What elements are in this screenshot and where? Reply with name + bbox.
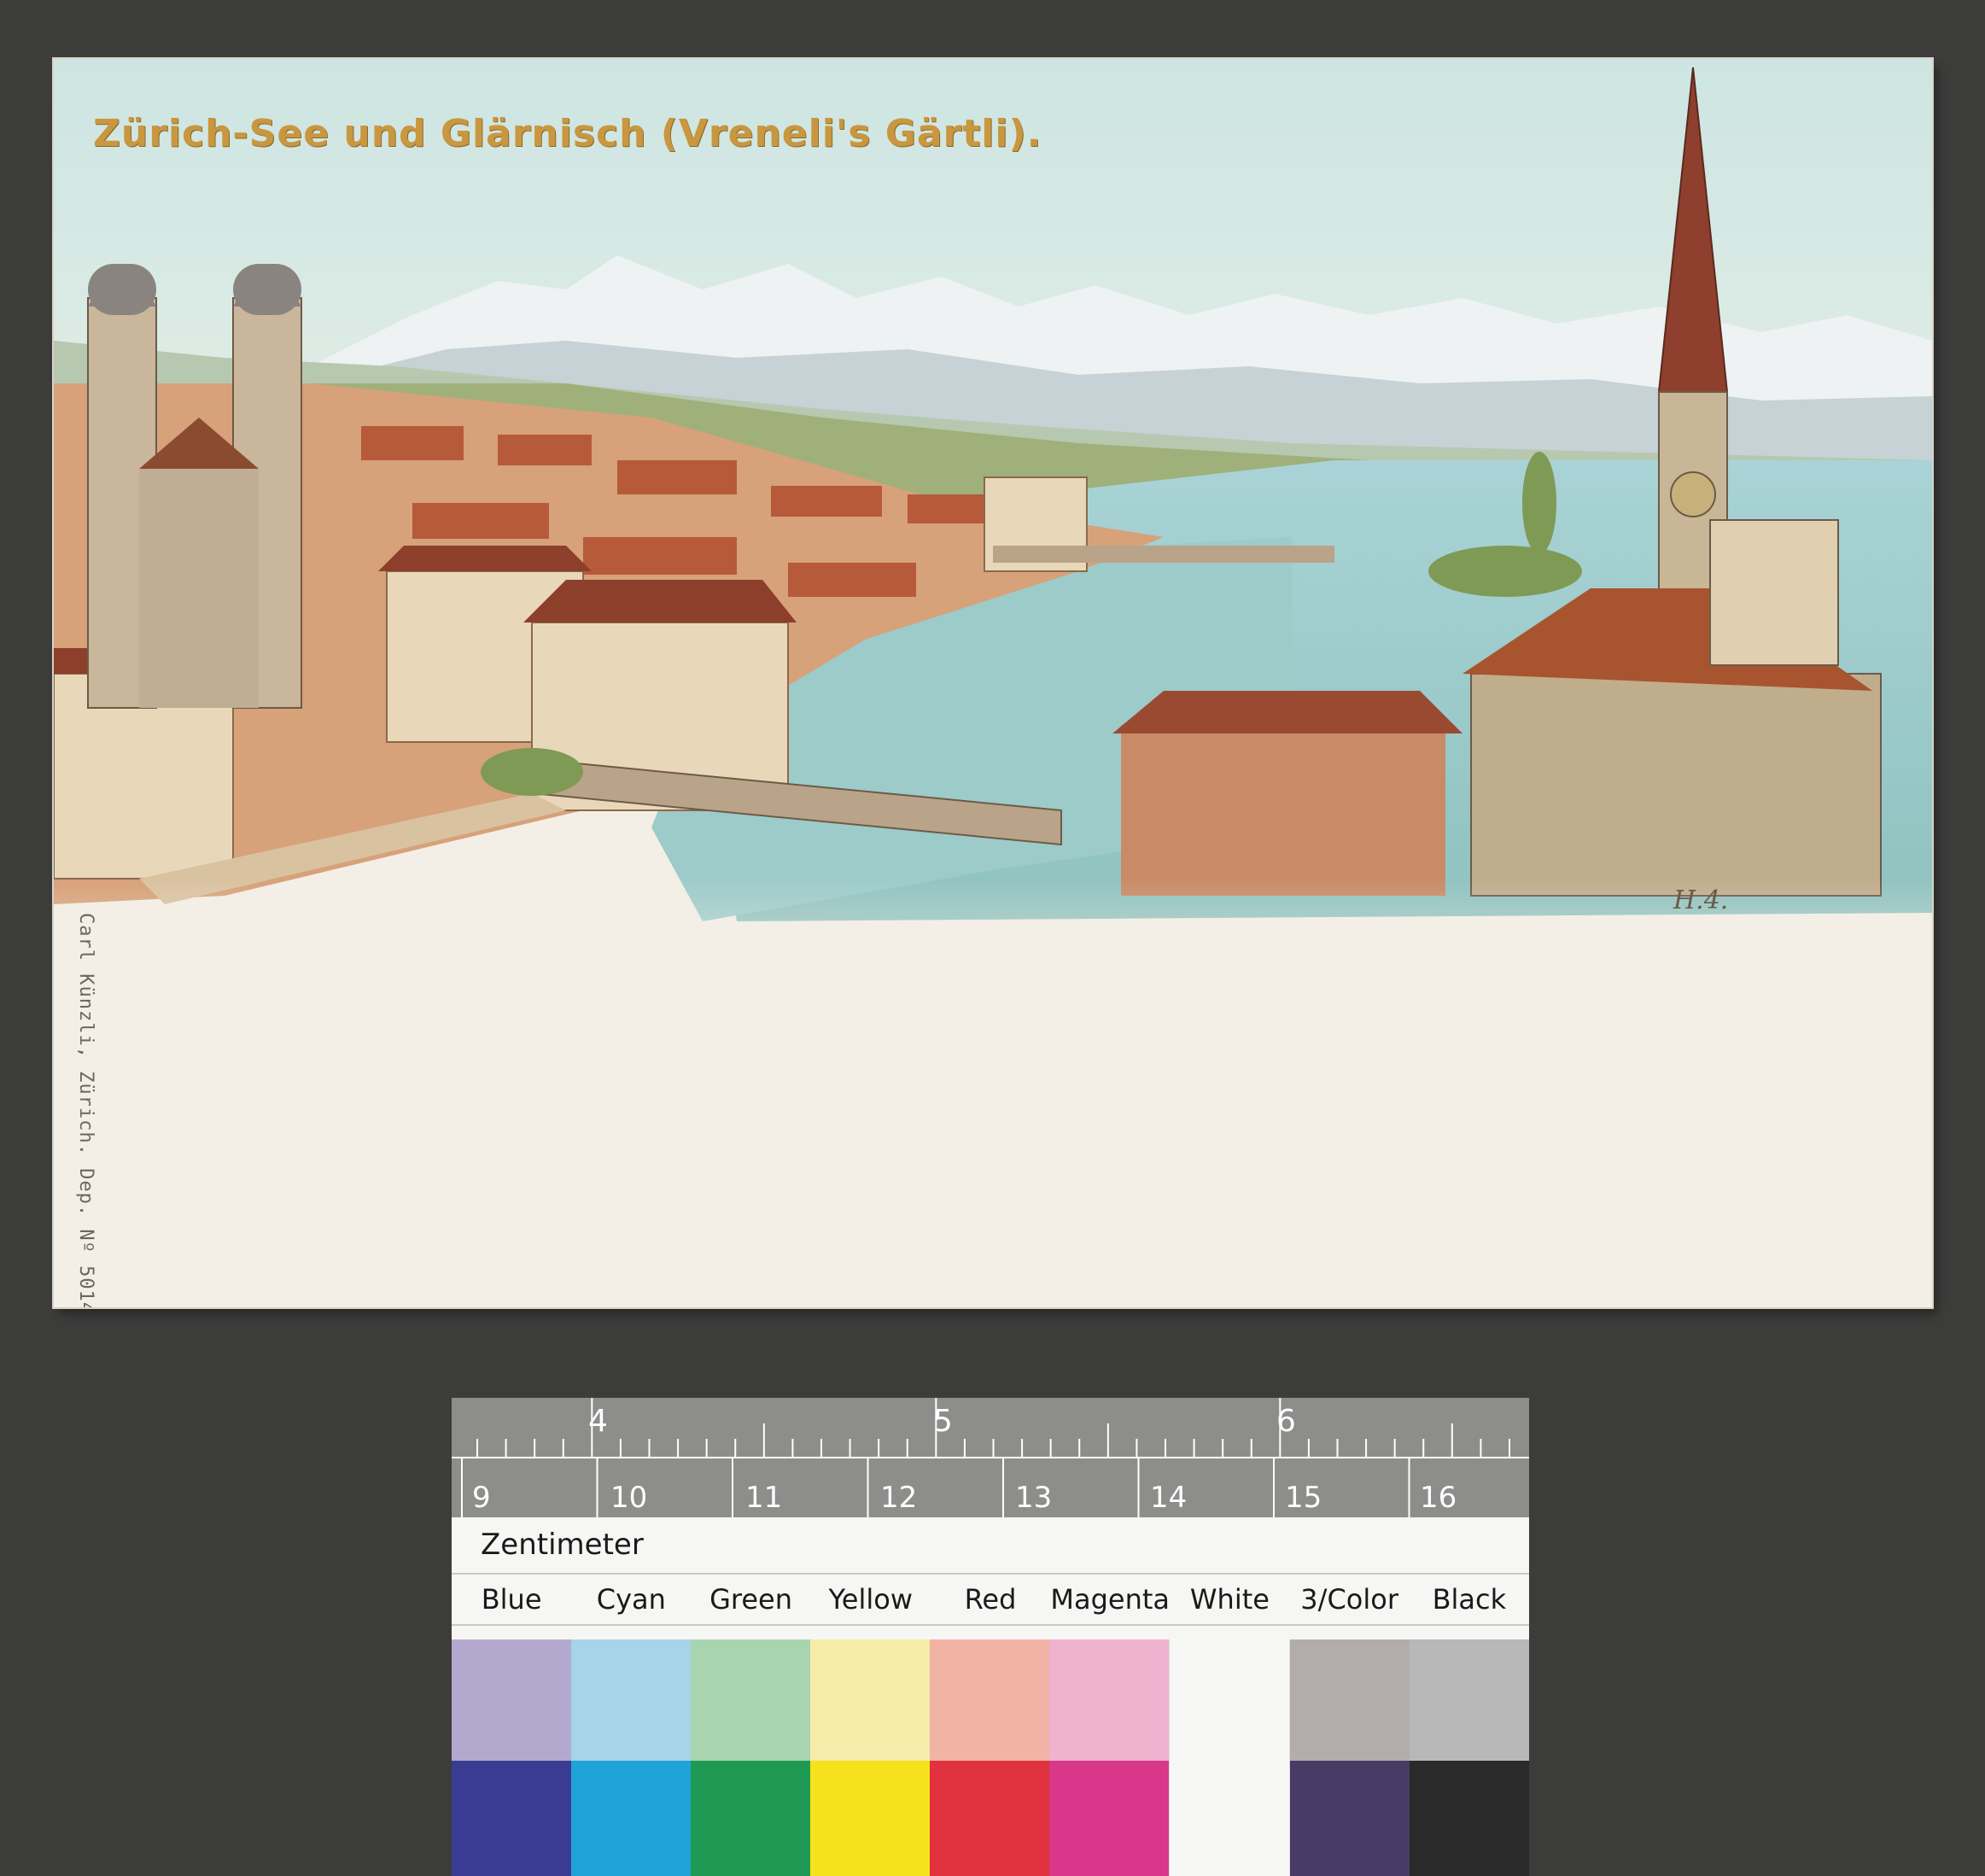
swatch-light bbox=[571, 1639, 691, 1761]
swatch-dark bbox=[930, 1761, 1049, 1876]
swatch-name: White bbox=[1189, 1583, 1270, 1616]
swatch-light bbox=[810, 1639, 930, 1761]
swatch-name: Green bbox=[709, 1583, 792, 1616]
postcard: Zürich-See und Glärnisch (Vreneli's Gärt… bbox=[54, 59, 1932, 1307]
ruler-cm-label-10: 10 bbox=[610, 1481, 648, 1515]
swatch-light bbox=[691, 1639, 810, 1761]
swatch-name: 3/Color bbox=[1300, 1583, 1398, 1616]
artist-monogram: H.4. bbox=[1673, 885, 1729, 915]
ruler-inch-label-5: 5 bbox=[933, 1404, 953, 1439]
swatch-light bbox=[452, 1639, 571, 1761]
swatch-dark bbox=[1049, 1761, 1169, 1876]
ruler-cm-label-13: 13 bbox=[1015, 1481, 1053, 1515]
swatch-dark bbox=[1410, 1761, 1529, 1876]
color-calibration-chart: 4 5 6 9 10 11 12 13 14 15 16 Zentimeter … bbox=[452, 1398, 1529, 1876]
swatch-dark bbox=[691, 1761, 810, 1876]
dark-swatch-row bbox=[452, 1761, 1529, 1876]
swatch-name: Magenta bbox=[1050, 1583, 1171, 1616]
swatch-dark bbox=[571, 1761, 691, 1876]
ruler-cm-label-12: 12 bbox=[880, 1481, 918, 1515]
swatch-dark bbox=[810, 1761, 930, 1876]
swatch-name: Yellow bbox=[828, 1583, 914, 1616]
swatch-light bbox=[1410, 1639, 1529, 1761]
ruler-cm-label-16: 16 bbox=[1420, 1481, 1457, 1515]
swatch-dark bbox=[1169, 1761, 1290, 1876]
ruler-cm-label-11: 11 bbox=[745, 1481, 783, 1515]
zurich-lake-illustration bbox=[54, 59, 1932, 1307]
swatch-light bbox=[930, 1639, 1049, 1761]
swatch-dark bbox=[1290, 1761, 1410, 1876]
swatch-light bbox=[1290, 1639, 1410, 1761]
light-swatch-row bbox=[452, 1639, 1529, 1761]
swatch-name: Red bbox=[964, 1583, 1017, 1616]
ruler-cm-label-14: 14 bbox=[1150, 1481, 1188, 1515]
swatch-name: Black bbox=[1432, 1583, 1507, 1616]
ruler-inch-label-4: 4 bbox=[588, 1404, 608, 1439]
swatch-dark bbox=[452, 1761, 571, 1876]
ruler-cm-label-15: 15 bbox=[1285, 1481, 1322, 1515]
ruler-cm-label-9: 9 bbox=[472, 1481, 491, 1515]
unit-label: Zentimeter bbox=[481, 1528, 644, 1562]
measurement-ruler: 4 5 6 9 10 11 12 13 14 15 16 bbox=[452, 1398, 1529, 1517]
swatch-light bbox=[1049, 1639, 1169, 1761]
swatch-light bbox=[1169, 1639, 1290, 1761]
postcard-title: Zürich-See und Glärnisch (Vreneli's Gärt… bbox=[93, 112, 1042, 155]
swatch-name: Blue bbox=[481, 1583, 542, 1616]
swatch-name: Cyan bbox=[596, 1583, 666, 1616]
ruler-inch-label-6: 6 bbox=[1276, 1404, 1296, 1439]
publisher-imprint: Carl Künzli, Zürich. Dep. Nº 5014. bbox=[75, 913, 96, 1307]
swatch-name-row: Blue Cyan Green Yellow Red Magenta White… bbox=[452, 1573, 1529, 1626]
